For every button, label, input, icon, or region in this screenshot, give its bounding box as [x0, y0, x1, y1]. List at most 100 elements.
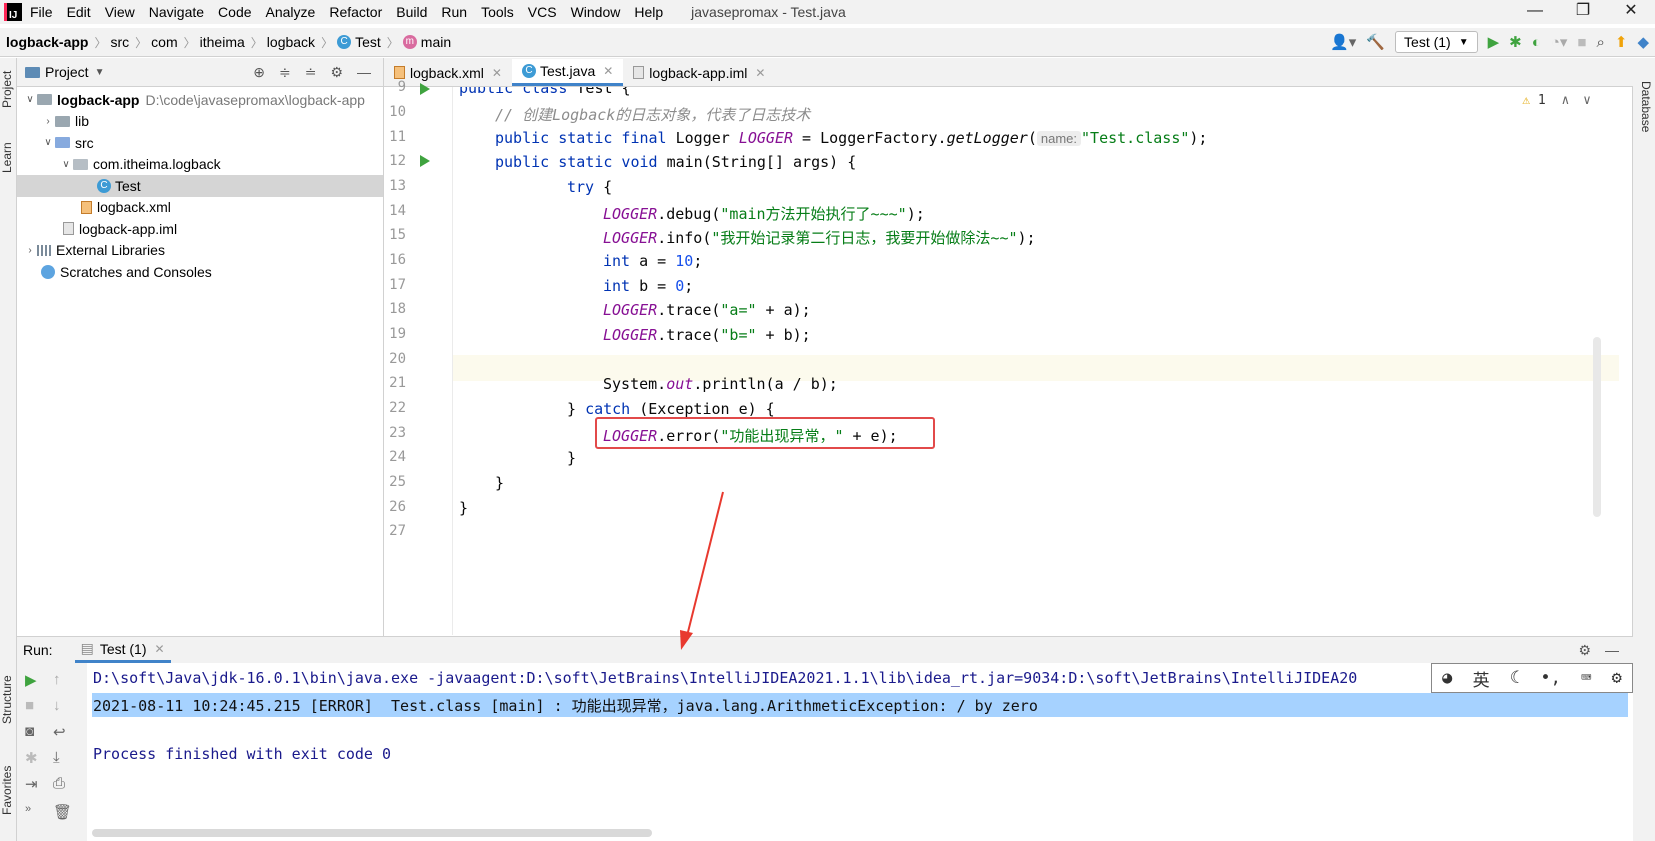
moon-icon[interactable]: ☾	[1510, 668, 1520, 688]
run-main-icon[interactable]	[420, 155, 430, 167]
menu-edit[interactable]: Edit	[67, 4, 91, 20]
close-icon[interactable]: ✕	[1607, 0, 1655, 24]
scroll-up-icon[interactable]: ↑	[53, 671, 61, 688]
close-tab-icon[interactable]: ✕	[755, 66, 765, 80]
hide-panel-icon[interactable]: —	[357, 64, 371, 81]
breadcrumb-project[interactable]: logback-app	[6, 34, 88, 50]
favorites-tool-button[interactable]: Favorites	[0, 758, 16, 822]
console-horizontal-scrollbar[interactable]	[92, 829, 652, 837]
menu-build[interactable]: Build	[396, 4, 427, 20]
tree-item-lib[interactable]: › lib	[17, 111, 383, 133]
search-icon[interactable]: ⌕	[1596, 34, 1604, 51]
code-editor[interactable]: public class Test { // 创建Logback的日志对象，代表…	[453, 87, 1619, 635]
toolbox-icon[interactable]: ◆	[1637, 33, 1649, 51]
project-tool-button[interactable]: Project	[0, 64, 16, 114]
run-config-select[interactable]: Test (1) ▼	[1395, 31, 1478, 53]
tree-item-package[interactable]: ∨ com.itheima.logback	[17, 154, 383, 176]
breadcrumb-main[interactable]: main	[421, 34, 451, 50]
menu-refactor[interactable]: Refactor	[329, 4, 382, 20]
collapsed-chevron-icon[interactable]: ›	[41, 116, 55, 127]
editor-vertical-scrollbar[interactable]	[1593, 337, 1601, 517]
menu-analyze[interactable]: Analyze	[266, 4, 316, 20]
punctuation-icon[interactable]: •,	[1540, 668, 1560, 688]
restore-layout-icon[interactable]: ⇥	[25, 775, 38, 793]
close-tab-icon[interactable]: ✕	[603, 64, 613, 78]
menu-help[interactable]: Help	[634, 4, 663, 20]
console-output[interactable]: D:\soft\Java\jdk-16.0.1\bin\java.exe -ja…	[88, 663, 1633, 841]
menu-file[interactable]: File	[30, 4, 53, 20]
close-tab-icon[interactable]: ✕	[492, 66, 502, 80]
code-token: int	[603, 277, 631, 295]
code-token: );	[906, 205, 925, 223]
structure-tool-button[interactable]: Structure	[0, 670, 16, 730]
prev-highlight-icon[interactable]: ∧	[1562, 93, 1570, 108]
breadcrumb-com[interactable]: com	[151, 34, 177, 50]
run-icon[interactable]: ▶	[1488, 33, 1500, 51]
breadcrumb-itheima[interactable]: itheima	[200, 34, 245, 50]
user-icon[interactable]: 👤▾	[1330, 33, 1356, 51]
menu-view[interactable]: View	[105, 4, 135, 20]
tree-item-src[interactable]: ∨ src	[17, 132, 383, 154]
tab-logback-app-iml[interactable]: logback-app.iml ✕	[623, 59, 775, 86]
debug-icon[interactable]: ✱	[1509, 33, 1522, 51]
expanded-chevron-icon[interactable]: ∨	[23, 94, 37, 105]
settings-gear-icon[interactable]: ⚙	[1578, 642, 1591, 659]
breadcrumb-logback[interactable]: logback	[267, 34, 315, 50]
coverage-icon[interactable]: ◐	[1532, 34, 1541, 51]
source-folder-icon	[55, 137, 70, 149]
collapse-all-icon[interactable]: ≐	[305, 64, 317, 81]
run-tab-test[interactable]: ▤ Test (1) ✕	[74, 637, 171, 663]
profile-icon[interactable]: ◔▾	[1551, 33, 1568, 51]
menu-tools[interactable]: Tools	[481, 4, 514, 20]
tree-item-test[interactable]: C Test	[17, 175, 383, 197]
next-highlight-icon[interactable]: ∨	[1583, 93, 1591, 108]
menu-run[interactable]: Run	[441, 4, 467, 20]
collapsed-chevron-icon[interactable]: ›	[23, 245, 37, 256]
rerun-icon[interactable]: ▶	[25, 671, 37, 689]
ime-mode-label[interactable]: 英	[1473, 666, 1490, 691]
settings-gear-icon[interactable]: ⚙	[1612, 668, 1622, 688]
stop-icon[interactable]: ■	[25, 697, 34, 714]
minimize-icon[interactable]: —	[1511, 0, 1559, 24]
tab-test-java[interactable]: C Test.java ✕	[511, 59, 624, 86]
tree-item-logback-app[interactable]: ∨ logback-app D:\code\javasepromax\logback…	[17, 89, 383, 111]
keyboard-icon[interactable]: ⌨	[1581, 668, 1591, 688]
menu-navigate[interactable]: Navigate	[149, 4, 204, 20]
project-view-select[interactable]: Project	[45, 64, 89, 80]
expand-all-icon[interactable]: ≑	[279, 64, 291, 81]
tree-item-iml[interactable]: logback-app.iml	[17, 218, 383, 240]
expanded-chevron-icon[interactable]: ∨	[41, 137, 55, 148]
code-token: LOGGER	[603, 301, 658, 319]
menu-vcs[interactable]: VCS	[528, 4, 557, 20]
close-tab-icon[interactable]: ✕	[155, 642, 165, 656]
menu-bar: IJ File Edit View Navigate Code Analyze …	[0, 0, 1655, 24]
learn-tool-button[interactable]: Learn	[0, 138, 16, 178]
menu-code[interactable]: Code	[218, 4, 251, 20]
restore-icon[interactable]: ❐	[1559, 0, 1607, 24]
breadcrumb-test[interactable]: Test	[355, 34, 381, 50]
expanded-chevron-icon[interactable]: ∨	[59, 159, 73, 170]
soft-wrap-icon[interactable]: ↩	[53, 723, 66, 741]
inspection-warning-indicator[interactable]: ⚠ 1 ∧ ∨	[1522, 93, 1591, 108]
breadcrumb-src[interactable]: src	[110, 34, 129, 50]
tree-item-scratches[interactable]: Scratches and Consoles	[17, 261, 383, 283]
tree-item-logback-xml[interactable]: logback.xml	[17, 197, 383, 219]
menu-window[interactable]: Window	[571, 4, 621, 20]
debug-icon[interactable]: ✱	[25, 749, 38, 767]
scroll-to-end-icon[interactable]: ⤓	[53, 749, 60, 766]
settings-gear-icon[interactable]: ⚙	[330, 64, 343, 81]
run-class-icon[interactable]	[420, 83, 430, 95]
camera-icon[interactable]: ◙	[25, 723, 34, 740]
update-icon[interactable]: ⬆	[1615, 33, 1628, 51]
trash-icon[interactable]: 🗑	[53, 803, 72, 821]
scroll-down-icon[interactable]: ↓	[53, 697, 61, 714]
locate-icon[interactable]: ⊕	[253, 64, 265, 81]
more-icon[interactable]: »	[25, 803, 31, 815]
database-tool-button[interactable]: Database	[1637, 72, 1653, 142]
build-hammer-icon[interactable]: 🔨	[1366, 33, 1385, 51]
tree-item-external-libraries[interactable]: › External Libraries	[17, 240, 383, 262]
ime-logo-icon[interactable]: ◕	[1442, 668, 1452, 688]
print-icon[interactable]: ⎙	[53, 775, 65, 792]
stop-icon[interactable]: ■	[1577, 34, 1586, 51]
hide-panel-icon[interactable]: —	[1605, 642, 1619, 659]
